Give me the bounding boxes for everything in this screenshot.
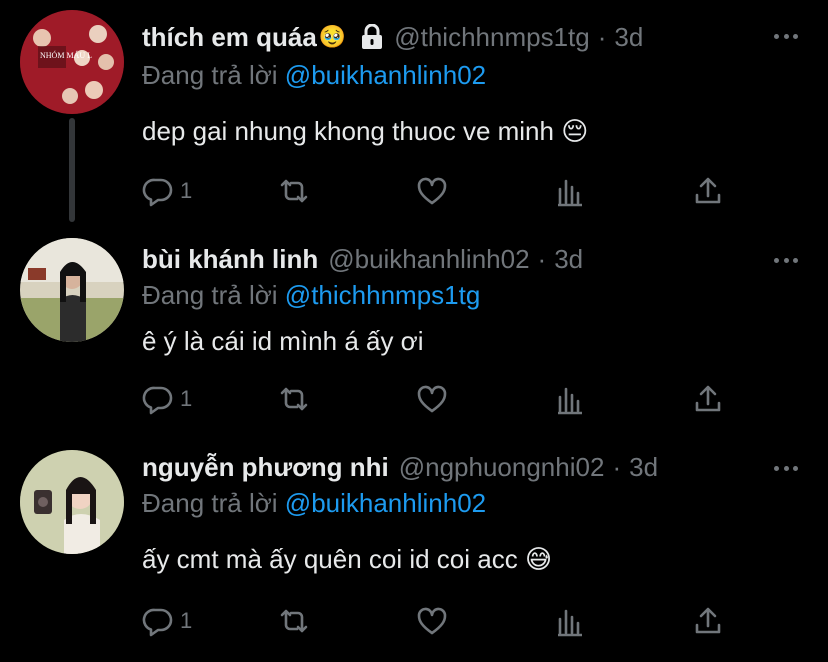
tweet-text: dep gai nhung khong thuoc ve minh 😔 — [142, 116, 589, 146]
replying-prefix: Đang trả lời — [142, 60, 278, 90]
lock-icon — [360, 24, 384, 50]
like-button[interactable] — [416, 174, 448, 208]
more-icon[interactable] — [774, 458, 798, 478]
replying-prefix: Đang trả lời — [142, 280, 278, 310]
tweet-text: ấy cmt mà ấy quên coi id coi acc 😅 — [142, 544, 553, 574]
tweet-header: thích em quáa 🥹 @thichhnmps1tg · 3d — [142, 20, 828, 54]
like-button[interactable] — [416, 382, 448, 416]
reply-icon — [142, 383, 174, 415]
analytics-button[interactable] — [554, 382, 586, 416]
share-icon — [692, 383, 724, 415]
reply-thread: NHÓM MÁU L thích em quáa 🥹 @thichhnmps1t… — [0, 0, 828, 662]
retweet-icon — [278, 175, 310, 207]
tweet-header: nguyễn phương nhi @ngphuongnhi02 · 3d — [142, 450, 828, 484]
user-handle[interactable]: @thichhnmps1tg — [394, 20, 590, 54]
like-button[interactable] — [416, 604, 448, 638]
avatar[interactable] — [20, 238, 124, 342]
reply-button[interactable]: 1 — [142, 604, 192, 638]
separator-dot: · — [612, 452, 622, 482]
replying-to: Đang trả lời @thichhnmps1tg — [142, 278, 480, 312]
replying-to: Đang trả lời @buikhanhlinh02 — [142, 58, 486, 92]
analytics-icon — [554, 175, 586, 207]
user-handle[interactable]: @ngphuongnhi02 — [399, 450, 605, 484]
action-bar: 1 — [142, 382, 732, 416]
display-name[interactable]: nguyễn phương nhi — [142, 450, 389, 484]
timestamp[interactable]: 3d — [614, 20, 643, 54]
retweet-button[interactable] — [278, 604, 310, 638]
like-icon — [416, 605, 448, 637]
timestamp[interactable]: 3d — [554, 242, 583, 276]
mention-link[interactable]: @thichhnmps1tg — [285, 280, 481, 310]
separator-dot: · — [537, 244, 547, 274]
retweet-icon — [278, 383, 310, 415]
share-button[interactable] — [692, 604, 724, 638]
retweet-button[interactable] — [278, 174, 310, 208]
display-name[interactable]: bùi khánh linh — [142, 242, 318, 276]
retweet-icon — [278, 605, 310, 637]
reply-icon — [142, 605, 174, 637]
like-icon — [416, 383, 448, 415]
share-icon — [692, 605, 724, 637]
avatar[interactable]: NHÓM MÁU L — [20, 10, 124, 114]
svg-text:NHÓM MÁU L: NHÓM MÁU L — [40, 50, 92, 60]
avatar-image: NHÓM MÁU L — [20, 10, 124, 114]
user-handle[interactable]: @buikhanhlinh02 — [328, 242, 529, 276]
reply-icon — [142, 175, 174, 207]
tweet[interactable]: nguyễn phương nhi @ngphuongnhi02 · 3d Đa… — [0, 432, 828, 662]
name-emoji: 🥹 — [318, 24, 347, 49]
tweet-text: ê ý là cái id mình á ấy ơi — [142, 326, 424, 356]
share-icon — [692, 175, 724, 207]
analytics-icon — [554, 605, 586, 637]
tweet[interactable]: NHÓM MÁU L thích em quáa 🥹 @thichhnmps1t… — [0, 0, 828, 222]
action-bar: 1 — [142, 604, 732, 638]
mention-link[interactable]: @buikhanhlinh02 — [285, 60, 486, 90]
reply-count: 1 — [180, 386, 193, 411]
more-icon[interactable] — [774, 250, 798, 270]
analytics-button[interactable] — [554, 174, 586, 208]
mention-link[interactable]: @buikhanhlinh02 — [285, 488, 486, 518]
reply-button[interactable]: 1 — [142, 174, 192, 208]
avatar[interactable] — [20, 450, 124, 554]
replying-to: Đang trả lời @buikhanhlinh02 — [142, 486, 486, 520]
like-icon — [416, 175, 448, 207]
action-bar: 1 — [142, 174, 732, 208]
tweet[interactable]: bùi khánh linh @buikhanhlinh02 · 3d Đang… — [0, 222, 828, 432]
avatar-image — [20, 238, 124, 342]
reply-button[interactable]: 1 — [142, 382, 192, 416]
share-button[interactable] — [692, 382, 724, 416]
share-button[interactable] — [692, 174, 724, 208]
tweet-header: bùi khánh linh @buikhanhlinh02 · 3d — [142, 242, 828, 276]
display-name[interactable]: thích em quáa — [142, 20, 317, 54]
more-icon[interactable] — [774, 26, 798, 46]
reply-count: 1 — [180, 178, 193, 203]
analytics-icon — [554, 383, 586, 415]
replying-prefix: Đang trả lời — [142, 488, 278, 518]
separator-dot: · — [597, 22, 607, 52]
avatar-image — [20, 450, 124, 554]
reply-count: 1 — [180, 608, 193, 633]
analytics-button[interactable] — [554, 604, 586, 638]
retweet-button[interactable] — [278, 382, 310, 416]
timestamp[interactable]: 3d — [629, 450, 658, 484]
